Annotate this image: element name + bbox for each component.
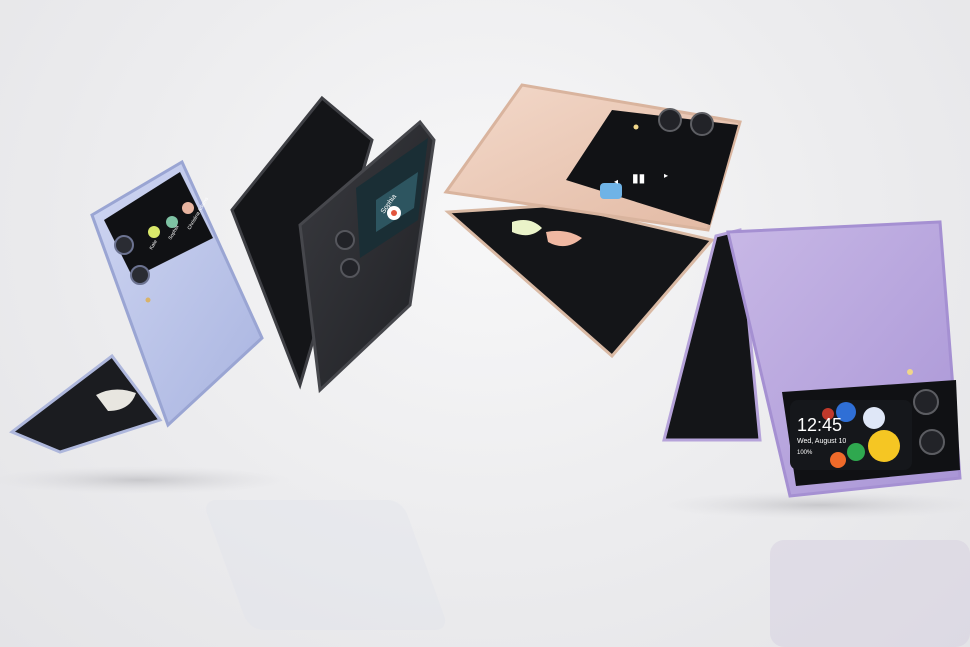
- phones-illustration: Kate Sophia Christina Adams Sophia ▮▮ ◂ …: [0, 83, 970, 647]
- flower-graphic: [868, 430, 900, 462]
- previous-icon: ◂: [614, 177, 618, 186]
- flash-icon: [145, 297, 151, 303]
- avatar: [182, 202, 194, 214]
- camera-lens: [658, 108, 682, 132]
- camera-lens: [335, 230, 355, 250]
- next-icon: ▸: [664, 171, 668, 180]
- inner-screen: [444, 203, 715, 359]
- pause-icon: ▮▮: [632, 171, 645, 185]
- reflection: [206, 500, 446, 630]
- battery-level: 100%: [797, 450, 813, 456]
- flower-graphic: [847, 443, 865, 461]
- camera-lens: [913, 389, 939, 415]
- flower-graphic: [863, 407, 885, 429]
- flash-icon: [633, 124, 639, 130]
- bora-purple-flip-phone: 12:45 Wed, August 10 100%: [662, 220, 962, 498]
- camera-lens: [340, 258, 360, 278]
- album-art: [600, 183, 622, 199]
- clock-date: Wed, August 10: [797, 438, 846, 445]
- camera-lens: [919, 429, 945, 455]
- graphite-flip-phone: Sophia: [230, 95, 436, 394]
- flash-icon: [907, 369, 913, 375]
- product-scene: Kate Sophia Christina Adams Sophia ▮▮ ◂ …: [0, 0, 970, 647]
- avatar: [148, 226, 160, 238]
- clock-time: 12:45: [797, 415, 842, 435]
- blue-flip-phone: Kate Sophia Christina Adams: [9, 159, 264, 454]
- inner-screen: [9, 353, 163, 454]
- camera-lens: [130, 265, 150, 285]
- call-icon: [391, 210, 397, 216]
- flower-graphic: [830, 452, 846, 468]
- shadow: [0, 466, 290, 494]
- camera-lens: [114, 235, 134, 255]
- camera-lens: [690, 112, 714, 136]
- shadow: [660, 491, 970, 519]
- reflection: [770, 540, 970, 647]
